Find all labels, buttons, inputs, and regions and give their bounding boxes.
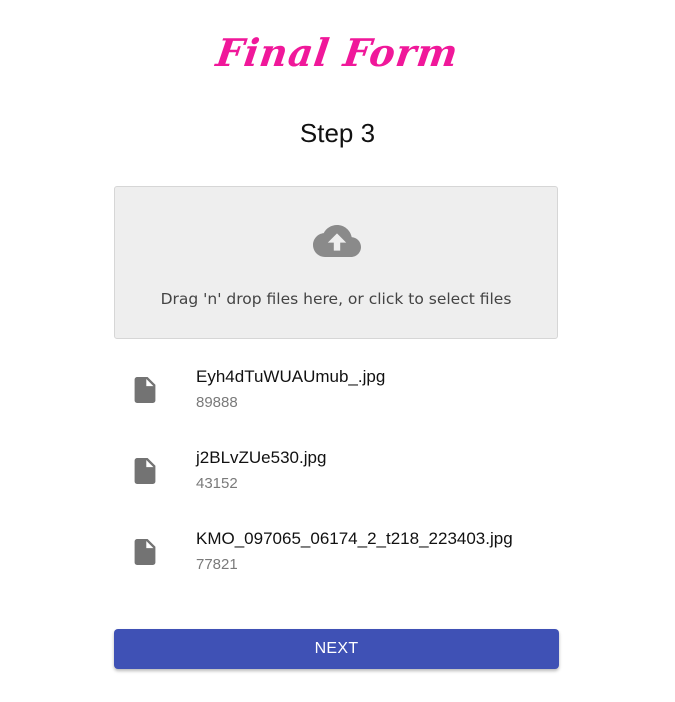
file-size: 43152 [196, 475, 238, 492]
file-list-item: j2BLvZUe530.jpg 43152 [114, 435, 558, 516]
step-title: Step 3 [299, 118, 376, 148]
cloud-upload-icon [313, 225, 361, 257]
file-size: 89888 [196, 394, 238, 411]
next-button[interactable]: NEXT [114, 629, 559, 669]
app-title: Final Form [213, 30, 462, 75]
file-name: j2BLvZUe530.jpg [196, 448, 327, 467]
file-icon [134, 458, 156, 484]
dropzone-instructions: Drag 'n' drop files here, or click to se… [160, 290, 512, 308]
file-icon [134, 377, 156, 403]
file-name: KMO_097065_06174_2_t218_223403.jpg [196, 529, 513, 548]
file-dropzone[interactable]: Drag 'n' drop files here, or click to se… [114, 186, 558, 339]
file-size: 77821 [196, 556, 238, 573]
file-list-item: Eyh4dTuWUAUmub_.jpg 89888 [114, 354, 558, 435]
file-list: Eyh4dTuWUAUmub_.jpg 89888 j2BLvZUe530.jp… [114, 354, 558, 597]
file-list-item: KMO_097065_06174_2_t218_223403.jpg 77821 [114, 516, 558, 597]
file-name: Eyh4dTuWUAUmub_.jpg [196, 367, 386, 386]
file-icon [134, 539, 156, 565]
